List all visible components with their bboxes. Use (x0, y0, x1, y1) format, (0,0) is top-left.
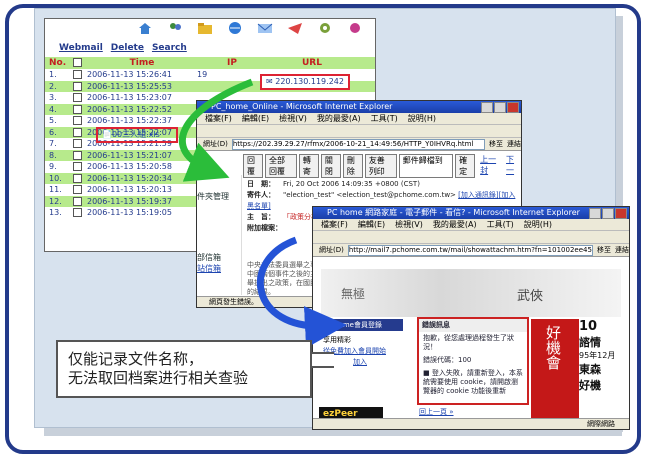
member-login-bar[interactable]: PChome會員登錄 (321, 319, 403, 331)
menu-view[interactable]: 檢視(V) (279, 113, 307, 124)
ie2-titlebar: PC home 網路家庭 - 電子郵件 - 看信? - Microsoft In… (313, 207, 629, 219)
ad-banner-red[interactable]: 好機會 (531, 319, 579, 429)
menu-edit[interactable]: 編輯(E) (358, 219, 385, 230)
ie1-toolbar (197, 125, 521, 138)
log-table-header: No. Time IP URL (45, 57, 375, 69)
ie1-addressbar: 網址(D) https://202.39.29.27/rfmx/2006-10-… (197, 138, 521, 151)
annotation-callout: 仅能记录文件名称， 无法取回档案进行相关查验 (56, 340, 312, 398)
print-button[interactable]: 友善列印 (364, 154, 397, 178)
menu-help[interactable]: 說明(H) (524, 219, 552, 230)
row-checkbox[interactable] (73, 116, 82, 125)
add-contact-link[interactable]: [加入通訊錄] (458, 191, 498, 199)
links-button[interactable]: 連結 (507, 138, 521, 150)
col-ip: IP (227, 58, 237, 68)
row-checkbox[interactable] (73, 93, 82, 102)
maximize-button[interactable] (602, 208, 614, 219)
attachment-link[interactable]: 📄00三人組.xls (96, 127, 178, 143)
row-checkbox[interactable] (73, 70, 82, 79)
inbox-link[interactable]: 部信箱 (197, 202, 241, 263)
row-checkbox[interactable] (73, 162, 82, 171)
reply-all-button[interactable]: 全部回覆 (264, 154, 297, 178)
ie2-toolbar (313, 231, 629, 244)
select-all-checkbox[interactable] (73, 57, 87, 69)
row-checkbox[interactable] (73, 196, 82, 206)
menu-favorites[interactable]: 我的最愛(A) (433, 219, 477, 230)
row-checkbox[interactable] (73, 208, 82, 217)
send-icon[interactable] (287, 21, 303, 35)
mail-small-icon: ✉ (266, 77, 273, 86)
ad-banner-right[interactable]: 10 諮情 95年12月 東森 好機 (579, 319, 629, 429)
globe-icon[interactable] (227, 21, 243, 35)
menu-view[interactable]: 檢視(V) (395, 219, 423, 230)
ie2-statusbar: 網際網路 (313, 418, 629, 429)
folder-manage-link[interactable]: 件夾管理 (197, 175, 241, 202)
row-checkbox[interactable] (73, 150, 82, 160)
menu-edit[interactable]: 編輯(E) (242, 113, 269, 124)
go-button[interactable]: 移至 (489, 138, 503, 150)
attachment-icon: 📄 (102, 130, 112, 139)
links-button[interactable]: 連結 (615, 244, 629, 256)
mail-sidebar: 件夾管理 部信箱 站信箱 (197, 175, 242, 295)
maximize-button[interactable] (494, 102, 506, 113)
search-link[interactable]: Search (152, 43, 187, 53)
confirm-button[interactable]: 確定 (455, 154, 476, 178)
webmail-toolbar (45, 19, 375, 41)
back-link[interactable]: 回上一頁 » (419, 407, 454, 417)
minimize-button[interactable] (481, 102, 493, 113)
prev-link[interactable]: 上一封 (477, 154, 501, 178)
mail-icon[interactable] (257, 21, 273, 35)
reply-button[interactable]: 回覆 (243, 154, 263, 178)
row-checkbox[interactable] (73, 185, 82, 194)
logout-icon[interactable] (347, 21, 363, 35)
menu-tools[interactable]: 工具(T) (371, 113, 398, 124)
folder-icon[interactable] (197, 21, 213, 35)
home-icon[interactable] (137, 21, 153, 35)
menu-favorites[interactable]: 我的最愛(A) (317, 113, 361, 124)
row-checkbox[interactable] (73, 104, 82, 114)
delete-button[interactable]: 刪除 (342, 154, 363, 178)
ie1-titlebar: PC_home_Online - Microsoft Internet Expl… (197, 101, 521, 113)
settings-icon[interactable] (317, 21, 333, 35)
minimize-button[interactable] (589, 208, 601, 219)
site-mailbox-link[interactable]: 站信箱 (197, 263, 241, 274)
delete-link[interactable]: Delete (111, 43, 144, 53)
row-checkbox[interactable] (73, 127, 82, 137)
webmail-link[interactable]: Webmail (59, 43, 103, 53)
menu-help[interactable]: 說明(H) (408, 113, 436, 124)
col-no: No. (49, 58, 67, 68)
ie1-menubar: 檔案(F) 編輯(E) 檢視(V) 我的最愛(A) 工具(T) 說明(H) (197, 113, 521, 125)
close-mail-button[interactable]: 關閉 (320, 154, 341, 178)
error-page-content: 無極 武俠 PChome會員登錄 享用精彩 從免費加入會員開始 加入 錯誤訊息 … (313, 267, 629, 429)
webmail-links: Webmail Delete Search (45, 41, 375, 53)
menu-tools[interactable]: 工具(T) (487, 219, 514, 230)
menu-file[interactable]: 檔案(F) (205, 113, 232, 124)
col-url: URL (302, 58, 322, 68)
close-button[interactable] (615, 208, 627, 219)
address-input[interactable]: http://mail7.pchome.com.tw/mail/showatta… (347, 245, 593, 256)
address-input[interactable]: https://202.39.29.27/rfmx/2006-10-21_14:… (231, 139, 485, 150)
game-banner: 無極 武俠 (321, 269, 621, 317)
close-button[interactable] (507, 102, 519, 113)
highlighted-url[interactable]: ✉ 220.130.119.242 (260, 74, 350, 90)
ie-error-window: PC home 網路家庭 - 電子郵件 - 看信? - Microsoft In… (312, 206, 630, 430)
folder-select[interactable]: 郵件歸檔到 (398, 154, 454, 178)
ie2-menubar: 檔案(F) 編輯(E) 檢視(V) 我的最愛(A) 工具(T) 說明(H) (313, 219, 629, 231)
menu-file[interactable]: 檔案(F) (321, 219, 348, 230)
row-checkbox[interactable] (73, 81, 82, 91)
contacts-icon[interactable] (167, 21, 183, 35)
ie2-addressbar: 網址(D) http://mail7.pchome.com.tw/mail/sh… (313, 244, 629, 257)
mail-action-bar: 回覆 全部回覆 轉寄 關閉 刪除 友善列印 郵件歸檔到 確定 上一封 下一 (197, 151, 521, 181)
next-link[interactable]: 下一 (503, 154, 521, 178)
forward-button[interactable]: 轉寄 (298, 154, 319, 178)
row-checkbox[interactable] (73, 173, 82, 183)
row-checkbox[interactable] (73, 139, 82, 148)
col-time: Time (129, 58, 155, 68)
error-message-box: 錯誤訊息 抱歉，從您處理過程發生了狀況！ 錯誤代碼：100 ■ 登入失敗，請重新… (417, 317, 529, 405)
go-button[interactable]: 移至 (597, 244, 611, 256)
